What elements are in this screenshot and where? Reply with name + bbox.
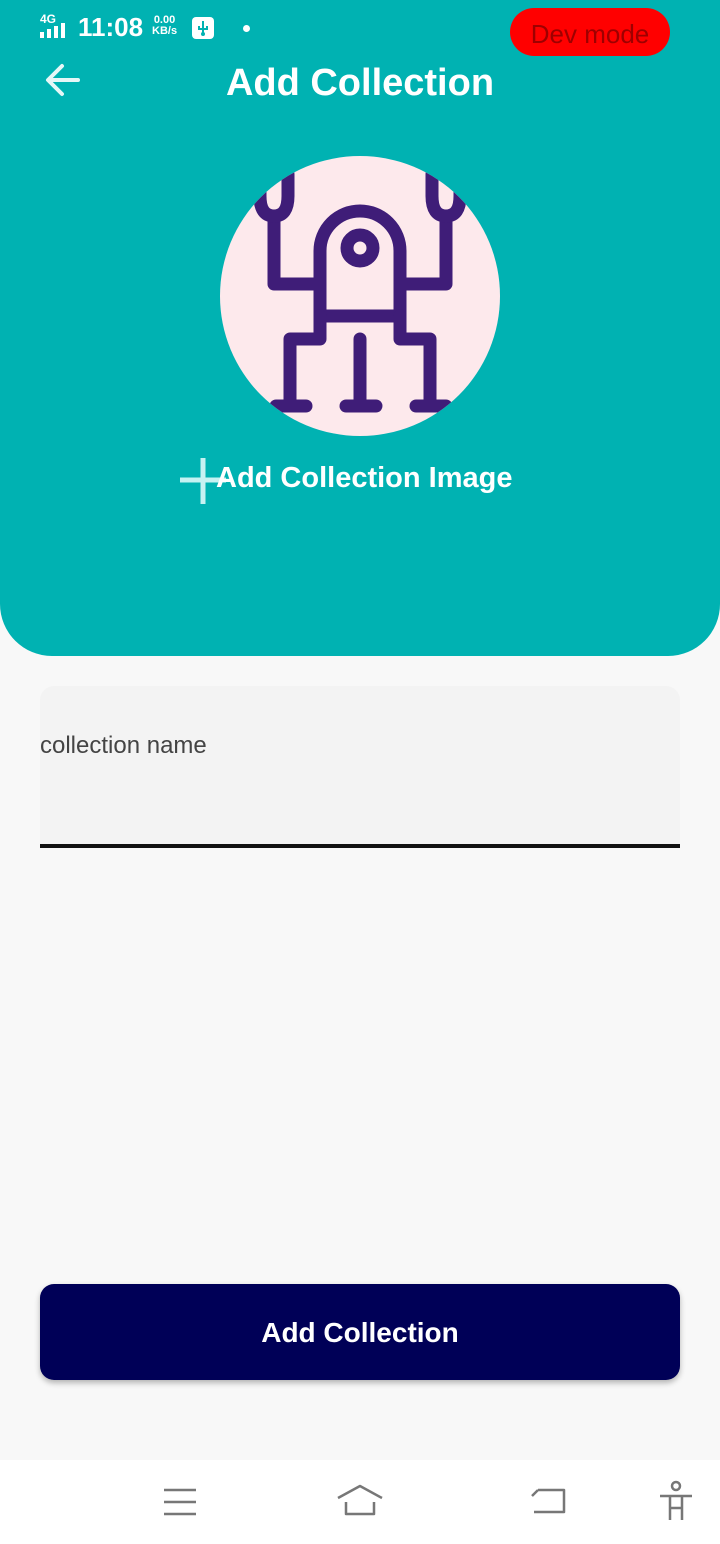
- collection-name-input[interactable]: [40, 776, 664, 828]
- notification-dot-icon: [243, 25, 250, 32]
- robot-icon: [253, 167, 467, 413]
- add-collection-button[interactable]: Add Collection: [40, 1284, 680, 1380]
- usb-icon: [192, 17, 214, 39]
- back-icon: [531, 1488, 566, 1514]
- network-speed: 0.00 KB/s: [152, 15, 177, 37]
- menu-icon: [164, 1488, 196, 1516]
- collection-name-field[interactable]: collection name: [40, 686, 680, 848]
- home-icon: [337, 1484, 383, 1516]
- accessibility-icon: [660, 1480, 692, 1520]
- menu-nav-button[interactable]: [156, 1480, 204, 1524]
- add-collection-image-button[interactable]: Add Collection Image: [178, 456, 518, 506]
- collection-image[interactable]: [220, 156, 500, 436]
- home-nav-button[interactable]: [336, 1480, 384, 1524]
- clock: 11:08: [78, 12, 144, 42]
- dev-mode-badge: Dev mode: [510, 8, 670, 56]
- signal-icon: 4G: [40, 12, 72, 40]
- add-collection-image-label: Add Collection Image: [216, 462, 513, 494]
- back-nav-button[interactable]: [526, 1480, 574, 1524]
- speed-unit: KB/s: [152, 25, 178, 37]
- system-nav-bar: [0, 1460, 720, 1544]
- accessibility-nav-button[interactable]: [652, 1480, 700, 1524]
- collection-name-placeholder: collection name: [40, 732, 207, 759]
- network-type: 4G: [40, 12, 57, 26]
- header: 4G 11:08 0.00 KB/s Dev mode Add Collecti…: [0, 0, 720, 656]
- page-title: Add Collection: [225, 62, 495, 104]
